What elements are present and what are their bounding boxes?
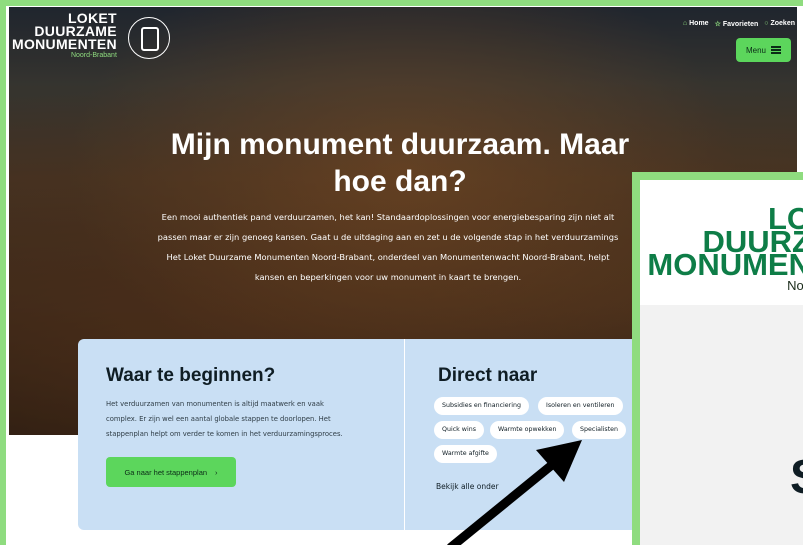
card-divider — [404, 339, 405, 530]
nav-favorites-label: Favorieten — [722, 21, 759, 28]
nav-search-label: Zoeken — [770, 20, 795, 27]
overlay-window: LO DUURZ MONUMEN Noo S — [632, 172, 803, 545]
stappenplan-button[interactable]: Ga naar het stappenplan › — [106, 457, 236, 487]
menu-button[interactable]: Menu — [736, 38, 791, 62]
nav-home-label: Home — [689, 20, 709, 27]
start-text-line-1: Het verduurzamen van monumenten is altij… — [106, 400, 324, 408]
hero-intro: Een mooi authentiek pand verduurzamen, h… — [118, 207, 658, 287]
start-text-line-2: complex. Er zijn wel een aantal globale … — [106, 415, 331, 423]
site-logo[interactable]: LOKET DUURZAME MONUMENTEN Noord-Brabant — [12, 11, 117, 59]
logo-line-4: Noord-Brabant — [70, 52, 117, 59]
hero-intro-line-1: Een mooi authentiek pand verduurzamen, h… — [161, 212, 615, 222]
pointer-arrow-icon — [447, 440, 582, 545]
star-icon: ☆ — [714, 21, 721, 28]
start-text: Het verduurzamen van monumenten is altij… — [106, 397, 386, 442]
hero-intro-line-3: Het Loket Duurzame Monumenten Noord-Brab… — [166, 252, 610, 262]
stappenplan-button-label: Ga naar het stappenplan — [124, 467, 208, 477]
top-navigation: ⌂ Home ☆ Favorieten ○ Zoeken — [683, 20, 795, 28]
nav-favorites-link[interactable]: ☆ Favorieten — [715, 20, 759, 28]
start-heading: Waar te beginnen? — [106, 365, 276, 386]
hero-title: Mijn monument duurzaam. Maar hoe dan? — [145, 126, 655, 200]
chip-isoleren[interactable]: Isoleren en ventileren — [538, 397, 623, 415]
start-text-line-3: stappenplan helpt om verder te komen in … — [106, 430, 343, 438]
menu-button-label: Menu — [745, 45, 766, 55]
chip-subsidies[interactable]: Subsidies en financiering — [434, 397, 530, 415]
overlay-logo-line-3: MONUMEN — [647, 247, 803, 282]
nav-home-link[interactable]: ⌂ Home — [683, 20, 709, 28]
overlay-logo: LO DUURZ MONUMEN Noo — [647, 203, 803, 296]
chevron-right-icon: › — [215, 467, 218, 477]
overlay-header: LO DUURZ MONUMEN Noo — [640, 180, 803, 305]
direct-heading: Direct naar — [438, 365, 538, 386]
monumentenwacht-seal-icon — [128, 17, 170, 59]
hero-title-line-2: hoe dan? — [333, 165, 467, 198]
nav-search-link[interactable]: ○ Zoeken — [764, 20, 795, 28]
search-icon: ○ — [764, 20, 769, 27]
hero-intro-line-4: kansen en beperkingen voor uw monument i… — [254, 272, 522, 282]
overlay-heading-fragment: S — [790, 450, 803, 505]
logo-line-3: MONUMENTEN — [12, 36, 117, 52]
hamburger-icon — [771, 46, 781, 54]
hero-intro-line-2: passen maar er zijn genoeg kansen. Gaat … — [157, 232, 619, 242]
hero-title-line-1: Mijn monument duurzaam. Maar — [170, 128, 630, 161]
screenshot-frame: LOKET DUURZAME MONUMENTEN Noord-Brabant … — [0, 0, 803, 545]
home-icon: ⌂ — [682, 20, 688, 27]
overlay-content: LO DUURZ MONUMEN Noo S — [640, 180, 803, 545]
